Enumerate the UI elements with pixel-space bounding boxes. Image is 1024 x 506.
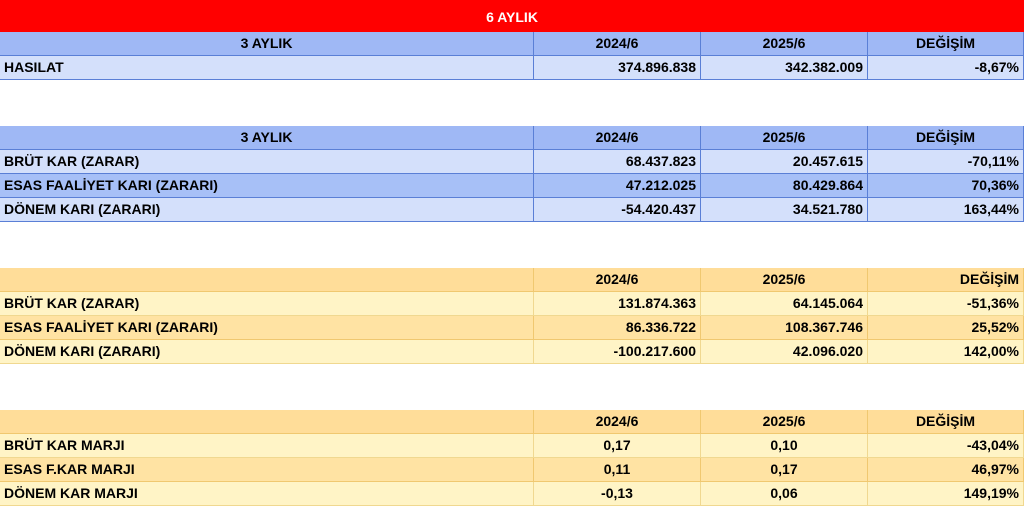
table-row: BRÜT KAR (ZARAR) 68.437.823 20.457.615 -… <box>0 150 1024 174</box>
value-cell[interactable]: 0,11 <box>534 458 701 482</box>
title-row: 6 AYLIK <box>0 0 1024 32</box>
header-cell[interactable]: 2024/6 <box>534 32 701 56</box>
header-cell[interactable]: 2025/6 <box>701 410 868 434</box>
change-cell[interactable]: -51,36% <box>868 292 1024 316</box>
label-cell[interactable]: ESAS FAALİYET KARI (ZARARI) <box>0 316 534 340</box>
label-cell[interactable]: ESAS F.KAR MARJI <box>0 458 534 482</box>
change-cell[interactable]: 142,00% <box>868 340 1024 364</box>
section3-header-row: 2024/6 2025/6 DEĞİŞİM <box>0 268 1024 292</box>
section1-header-row: 3 AYLIK 2024/6 2025/6 DEĞİŞİM <box>0 32 1024 56</box>
change-cell[interactable]: 70,36% <box>868 174 1024 198</box>
value-cell[interactable]: 0,17 <box>701 458 868 482</box>
table-row: DÖNEM KAR MARJI -0,13 0,06 149,19% <box>0 482 1024 506</box>
section2-header-row: 3 AYLIK 2024/6 2025/6 DEĞİŞİM <box>0 126 1024 150</box>
value-cell[interactable]: 64.145.064 <box>701 292 868 316</box>
header-cell[interactable] <box>0 410 534 434</box>
label-cell[interactable]: ESAS FAALİYET KARI (ZARARI) <box>0 174 534 198</box>
table-row: ESAS F.KAR MARJI 0,11 0,17 46,97% <box>0 458 1024 482</box>
value-cell[interactable]: -0,13 <box>534 482 701 506</box>
value-cell[interactable]: -54.420.437 <box>534 198 701 222</box>
value-cell[interactable]: 0,06 <box>701 482 868 506</box>
value-cell[interactable]: 42.096.020 <box>701 340 868 364</box>
value-cell[interactable]: 0,17 <box>534 434 701 458</box>
value-cell[interactable]: 68.437.823 <box>534 150 701 174</box>
header-cell[interactable]: 3 AYLIK <box>0 32 534 56</box>
change-cell[interactable]: 46,97% <box>868 458 1024 482</box>
change-cell[interactable]: 163,44% <box>868 198 1024 222</box>
label-cell[interactable]: DÖNEM KAR MARJI <box>0 482 534 506</box>
table-row: DÖNEM KARI (ZARARI) -54.420.437 34.521.7… <box>0 198 1024 222</box>
value-cell[interactable]: 47.212.025 <box>534 174 701 198</box>
table-row: ESAS FAALİYET KARI (ZARARI) 47.212.025 8… <box>0 174 1024 198</box>
value-cell[interactable]: 342.382.009 <box>701 56 868 80</box>
header-cell[interactable]: 2025/6 <box>701 126 868 150</box>
header-cell[interactable]: DEĞİŞİM <box>868 410 1024 434</box>
header-cell[interactable]: DEĞİŞİM <box>868 126 1024 150</box>
header-cell[interactable]: 3 AYLIK <box>0 126 534 150</box>
header-cell[interactable]: 2024/6 <box>534 410 701 434</box>
label-cell[interactable]: BRÜT KAR (ZARAR) <box>0 150 534 174</box>
header-cell[interactable]: 2024/6 <box>534 268 701 292</box>
value-cell[interactable]: 80.429.864 <box>701 174 868 198</box>
label-cell[interactable]: DÖNEM KARI (ZARARI) <box>0 340 534 364</box>
label-cell[interactable]: BRÜT KAR (ZARAR) <box>0 292 534 316</box>
table-row: HASILAT 374.896.838 342.382.009 -8,67% <box>0 56 1024 80</box>
value-cell[interactable]: 131.874.363 <box>534 292 701 316</box>
header-cell[interactable]: 2024/6 <box>534 126 701 150</box>
value-cell[interactable]: 34.521.780 <box>701 198 868 222</box>
change-cell[interactable]: 25,52% <box>868 316 1024 340</box>
header-cell[interactable]: DEĞİŞİM <box>868 32 1024 56</box>
table-row: ESAS FAALİYET KARI (ZARARI) 86.336.722 1… <box>0 316 1024 340</box>
value-cell[interactable]: 20.457.615 <box>701 150 868 174</box>
header-cell[interactable] <box>0 268 534 292</box>
value-cell[interactable]: 374.896.838 <box>534 56 701 80</box>
header-cell[interactable]: 2025/6 <box>701 268 868 292</box>
label-cell[interactable]: HASILAT <box>0 56 534 80</box>
change-cell[interactable]: -43,04% <box>868 434 1024 458</box>
change-cell[interactable]: 149,19% <box>868 482 1024 506</box>
table-row: BRÜT KAR (ZARAR) 131.874.363 64.145.064 … <box>0 292 1024 316</box>
label-cell[interactable]: BRÜT KAR MARJI <box>0 434 534 458</box>
value-cell[interactable]: -100.217.600 <box>534 340 701 364</box>
table-row: DÖNEM KARI (ZARARI) -100.217.600 42.096.… <box>0 340 1024 364</box>
table-row: BRÜT KAR MARJI 0,17 0,10 -43,04% <box>0 434 1024 458</box>
change-cell[interactable]: -8,67% <box>868 56 1024 80</box>
value-cell[interactable]: 86.336.722 <box>534 316 701 340</box>
value-cell[interactable]: 0,10 <box>701 434 868 458</box>
header-cell[interactable]: DEĞİŞİM <box>868 268 1024 292</box>
section4-header-row: 2024/6 2025/6 DEĞİŞİM <box>0 410 1024 434</box>
spreadsheet: 6 AYLIK 3 AYLIK 2024/6 2025/6 DEĞİŞİM HA… <box>0 0 1024 506</box>
sheet-title[interactable]: 6 AYLIK <box>0 0 1024 32</box>
header-cell[interactable]: 2025/6 <box>701 32 868 56</box>
value-cell[interactable]: 108.367.746 <box>701 316 868 340</box>
label-cell[interactable]: DÖNEM KARI (ZARARI) <box>0 198 534 222</box>
change-cell[interactable]: -70,11% <box>868 150 1024 174</box>
